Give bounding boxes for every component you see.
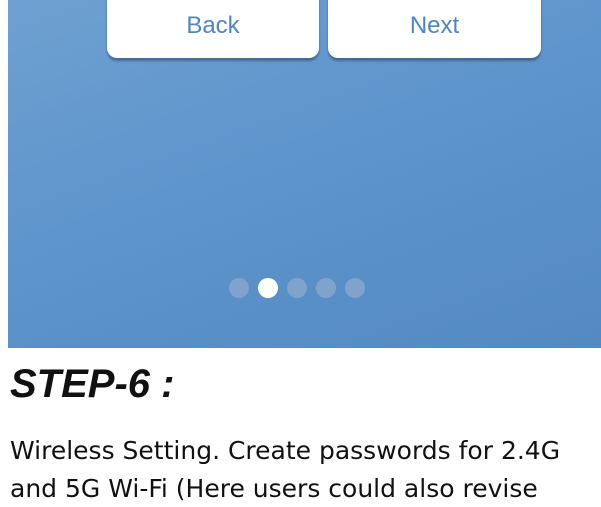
step-title: STEP-6 : [10,362,175,406]
page-dot-2-active[interactable] [258,278,278,298]
description-line-2: and 5G Wi-Fi (Here users could also revi… [10,474,538,503]
page-dot-3[interactable] [287,278,307,298]
next-button[interactable]: Next [328,0,541,58]
description-line-1: Wireless Setting. Create passwords for 2… [10,436,561,465]
back-button[interactable]: Back [107,0,319,58]
manual-page: Back Next STEP-6 : Wireless Setting. Cre… [0,0,601,507]
page-dot-4[interactable] [316,278,336,298]
app-screenshot: Back Next [8,0,601,348]
step-description: Wireless Setting. Create passwords for 2… [10,432,595,507]
page-dot-1[interactable] [229,278,249,298]
page-dot-5[interactable] [345,278,365,298]
page-indicator [229,278,365,298]
